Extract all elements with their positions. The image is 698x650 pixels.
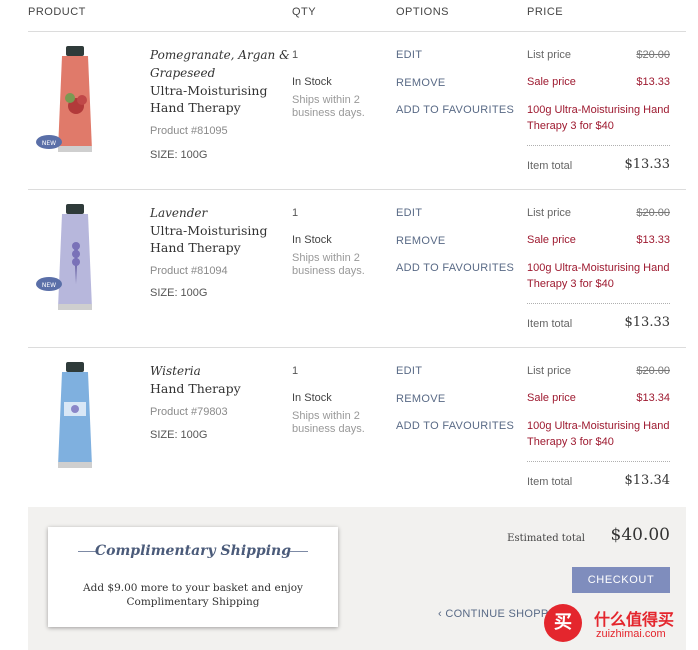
shipping-estimate: Ships within 2 business days. [292,94,365,119]
estimated-total-label: Estimated total [507,533,585,544]
product-image-lavender[interactable]: NEW [36,204,116,314]
edit-link[interactable]: EDIT [396,365,422,377]
add-to-favourites-link[interactable]: ADD TO FAVOURITES [396,104,514,116]
list-price-label: List price [527,49,572,61]
sale-price-value: $13.33 [636,76,670,88]
promo-text: 100g Ultra-Moisturising Hand Therapy 3 f… [527,104,670,132]
complimentary-shipping-text: Add $9.00 more to your basket and enjoy … [83,582,303,608]
product-name-italic-line1[interactable]: Wisteria [150,362,201,380]
product-number: Product #79803 [150,406,228,418]
flourish-right-icon [290,551,308,557]
estimated-total-value: $40.00 [610,525,670,545]
product-size: SIZE: 100G [150,429,208,441]
product-name-line1[interactable]: Ultra-Moisturising [150,82,267,99]
price-divider [527,303,670,304]
stock-status: In Stock [292,392,332,404]
complimentary-shipping-panel: Complimentary Shipping Add $9.00 more to… [48,527,338,627]
list-price-label: List price [527,365,572,377]
item-total-label: Item total [527,160,573,172]
shopping-logo-icon: 买 [544,604,582,642]
product-name-italic-line2[interactable]: Grapeseed [150,64,215,82]
edit-link[interactable]: EDIT [396,49,422,61]
item-total-label: Item total [527,318,573,330]
product-name-line2[interactable]: Hand Therapy [150,99,241,116]
product-name-line2[interactable]: Hand Therapy [150,239,241,256]
promo-text: 100g Ultra-Moisturising Hand Therapy 3 f… [527,420,670,448]
quantity-value[interactable]: 1 [292,207,298,219]
remove-link[interactable]: REMOVE [396,235,445,247]
new-badge-label: NEW [42,282,56,289]
checkout-button[interactable]: CHECKOUT [572,567,670,593]
product-number: Product #81094 [150,265,228,277]
product-size: SIZE: 100G [150,149,208,161]
price-divider [527,461,670,462]
sale-price-label: Sale price [527,392,576,404]
list-price-value: $20.00 [636,49,670,61]
sale-price-value: $13.34 [636,392,670,404]
product-name-italic-line1[interactable]: Pomegranate, Argan & [150,46,290,64]
cart-item-row: NEW Pomegranate, Argan & Grapeseed Ultra… [28,32,686,190]
add-to-favourites-link[interactable]: ADD TO FAVOURITES [396,420,514,432]
item-total-value: $13.33 [624,315,671,330]
sale-price-label: Sale price [527,234,576,246]
item-total-label: Item total [527,476,573,488]
product-name-italic-line1[interactable]: Lavender [150,204,207,222]
item-total-value: $13.34 [624,473,671,488]
product-name-line1[interactable]: Hand Therapy [150,380,241,397]
product-size: SIZE: 100G [150,287,208,299]
item-total-value: $13.33 [624,157,671,172]
list-price-value: $20.00 [636,207,670,219]
sale-price-label: Sale price [527,76,576,88]
header-price: PRICE [527,6,564,18]
watermark-text: 什么值得买 [594,610,675,629]
list-price-label: List price [527,207,572,219]
remove-link[interactable]: REMOVE [396,77,445,89]
sale-price-value: $13.33 [636,234,670,246]
edit-link[interactable]: EDIT [396,207,422,219]
stock-status: In Stock [292,76,332,88]
header-options: OPTIONS [396,6,450,18]
shipping-estimate: Ships within 2 business days. [292,252,365,277]
product-image-pomegranate[interactable]: NEW [36,46,116,156]
cart-item-row: Wisteria Hand Therapy Product #79803 SIZ… [28,348,686,506]
quantity-value[interactable]: 1 [292,365,298,377]
quantity-value[interactable]: 1 [292,49,298,61]
cart-item-row: NEW Lavender Ultra-Moisturising Hand The… [28,190,686,348]
list-price-value: $20.00 [636,365,670,377]
remove-link[interactable]: REMOVE [396,393,445,405]
watermark-url: zuizhimai.com [596,628,666,640]
stock-status: In Stock [292,234,332,246]
new-badge-label: NEW [42,140,56,147]
product-image-wisteria[interactable] [36,362,116,472]
product-number: Product #81095 [150,125,228,137]
promo-text: 100g Ultra-Moisturising Hand Therapy 3 f… [527,262,670,290]
header-qty: QTY [292,6,317,18]
product-name-line1[interactable]: Ultra-Moisturising [150,222,267,239]
price-divider [527,145,670,146]
watermark-logo: 买 什么值得买 zuizhimai.com [542,598,698,650]
shipping-estimate: Ships within 2 business days. [292,410,365,435]
add-to-favourites-link[interactable]: ADD TO FAVOURITES [396,262,514,274]
header-product: PRODUCT [28,6,86,18]
